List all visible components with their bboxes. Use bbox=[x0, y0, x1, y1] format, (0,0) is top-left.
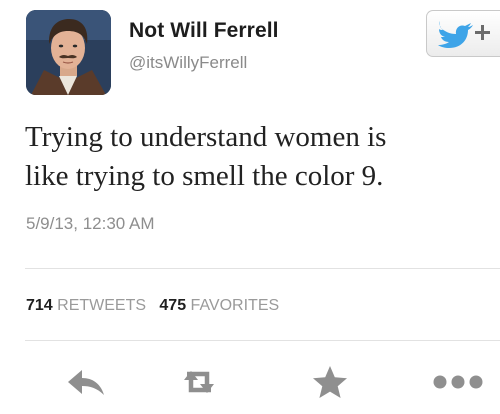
twitter-bird-follow-icon bbox=[438, 21, 490, 48]
retweets-label: RETWEETS bbox=[57, 297, 147, 314]
favorites-label: FAVORITES bbox=[190, 297, 280, 314]
tweet-stats: 714 RETWEETS 475 FAVORITES bbox=[26, 297, 279, 315]
tweet-text: Trying to understand women is like tryin… bbox=[25, 118, 495, 196]
retweet-icon bbox=[184, 371, 214, 393]
more-icon bbox=[433, 375, 483, 389]
divider bbox=[25, 340, 500, 341]
tweet-text-line-1: Trying to understand women is bbox=[25, 121, 387, 153]
follow-button[interactable] bbox=[426, 10, 500, 57]
favorites-stat[interactable]: 475 FAVORITES bbox=[159, 297, 279, 314]
divider bbox=[25, 268, 500, 269]
avatar[interactable] bbox=[26, 10, 111, 95]
tweet-text-line-2: like trying to smell the color 9. bbox=[25, 160, 384, 192]
favorite-button[interactable] bbox=[306, 362, 354, 402]
retweets-count: 714 bbox=[26, 297, 53, 314]
favorites-count: 475 bbox=[159, 297, 187, 314]
star-icon bbox=[313, 366, 347, 398]
reply-icon bbox=[68, 370, 104, 395]
tweet-timestamp: 5/9/13, 12:30 AM bbox=[26, 214, 155, 233]
reply-button[interactable] bbox=[62, 362, 110, 402]
avatar-image bbox=[26, 10, 111, 95]
user-handle[interactable]: @itsWillyFerrell bbox=[129, 53, 247, 73]
more-button[interactable] bbox=[430, 362, 486, 402]
retweet-button[interactable] bbox=[175, 362, 223, 402]
retweets-stat[interactable]: 714 RETWEETS bbox=[26, 297, 151, 314]
display-name[interactable]: Not Will Ferrell bbox=[129, 19, 279, 43]
